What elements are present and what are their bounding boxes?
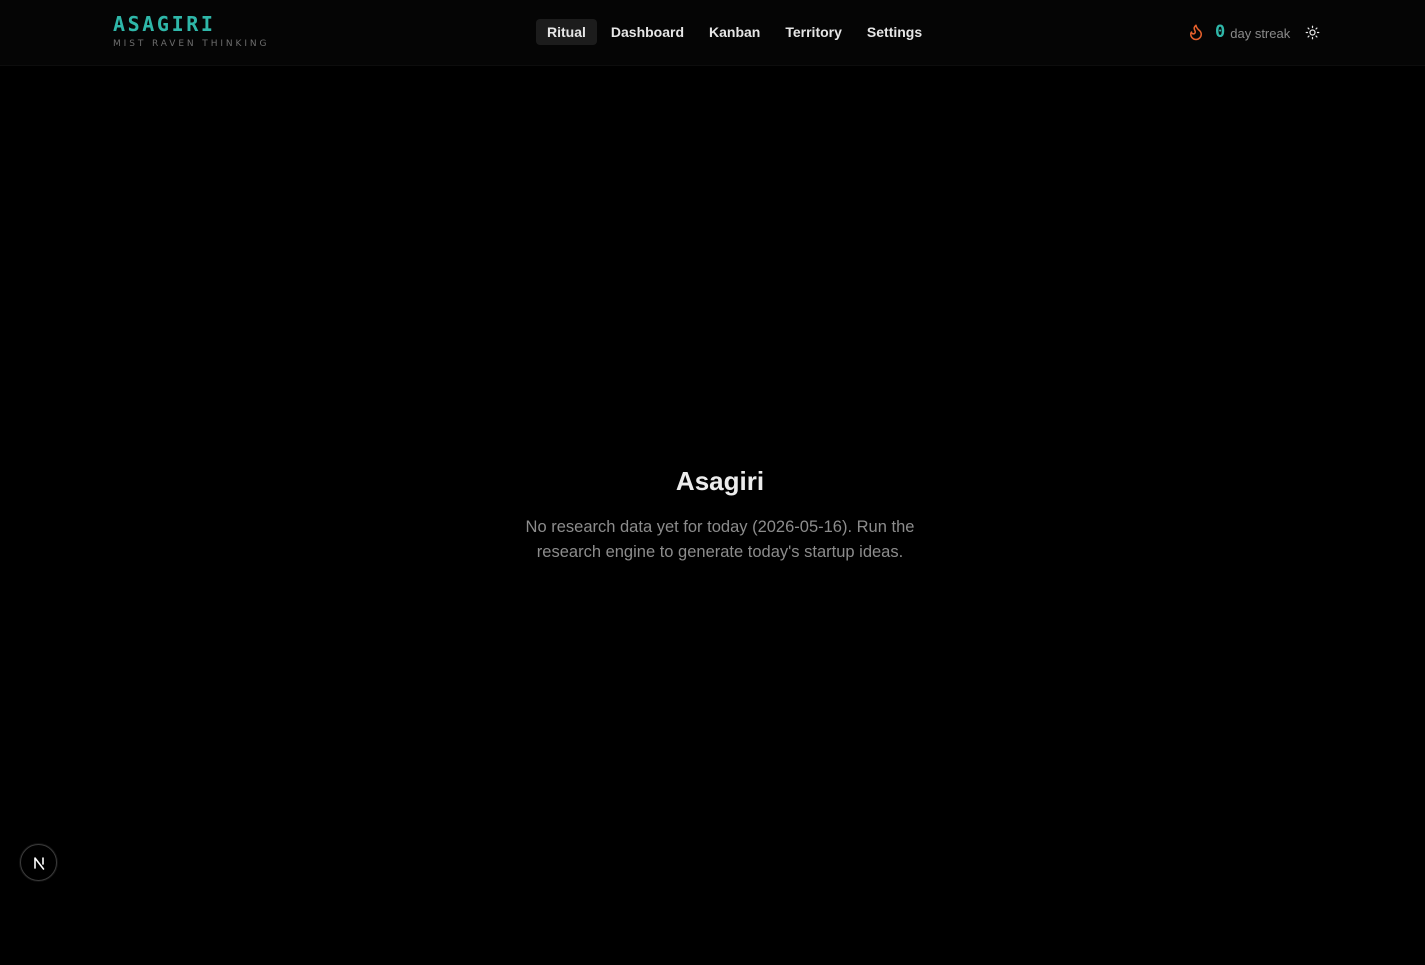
nav-item-dashboard[interactable]: Dashboard — [600, 19, 695, 45]
flame-icon — [1190, 24, 1202, 41]
sun-icon — [1305, 25, 1319, 39]
empty-state-message: No research data yet for today (2026-05-… — [525, 518, 915, 561]
nav-item-territory[interactable]: Territory — [774, 19, 853, 45]
empty-state-title: Asagiri — [675, 466, 765, 496]
brand-subtitle: MIST RAVEN THINKING — [113, 39, 270, 49]
nav-item-settings[interactable]: Settings — [856, 19, 933, 45]
brand[interactable]: ASAGIRI MIST RAVEN THINKING — [113, 12, 269, 50]
nav-item-kanban[interactable]: Kanban — [698, 19, 771, 45]
streak-indicator: 0 day streak — [1187, 20, 1290, 44]
nav-item-ritual[interactable]: Ritual — [536, 19, 597, 45]
nextjs-logo-icon — [33, 856, 44, 870]
main-nav: Ritual Dashboard Kanban Territory Settin… — [536, 19, 936, 45]
top-bar: ASAGIRI MIST RAVEN THINKING Ritual Dashb… — [0, 0, 1425, 66]
theme-toggle-button[interactable] — [1302, 22, 1322, 42]
streak-label: day streak — [1230, 25, 1291, 41]
brand-title: ASAGIRI — [113, 12, 216, 36]
streak-count: 0 — [1215, 22, 1226, 42]
empty-state: Asagiri No research data yet for today (… — [462, 464, 978, 565]
nextjs-dev-indicator-button[interactable] — [20, 844, 57, 881]
